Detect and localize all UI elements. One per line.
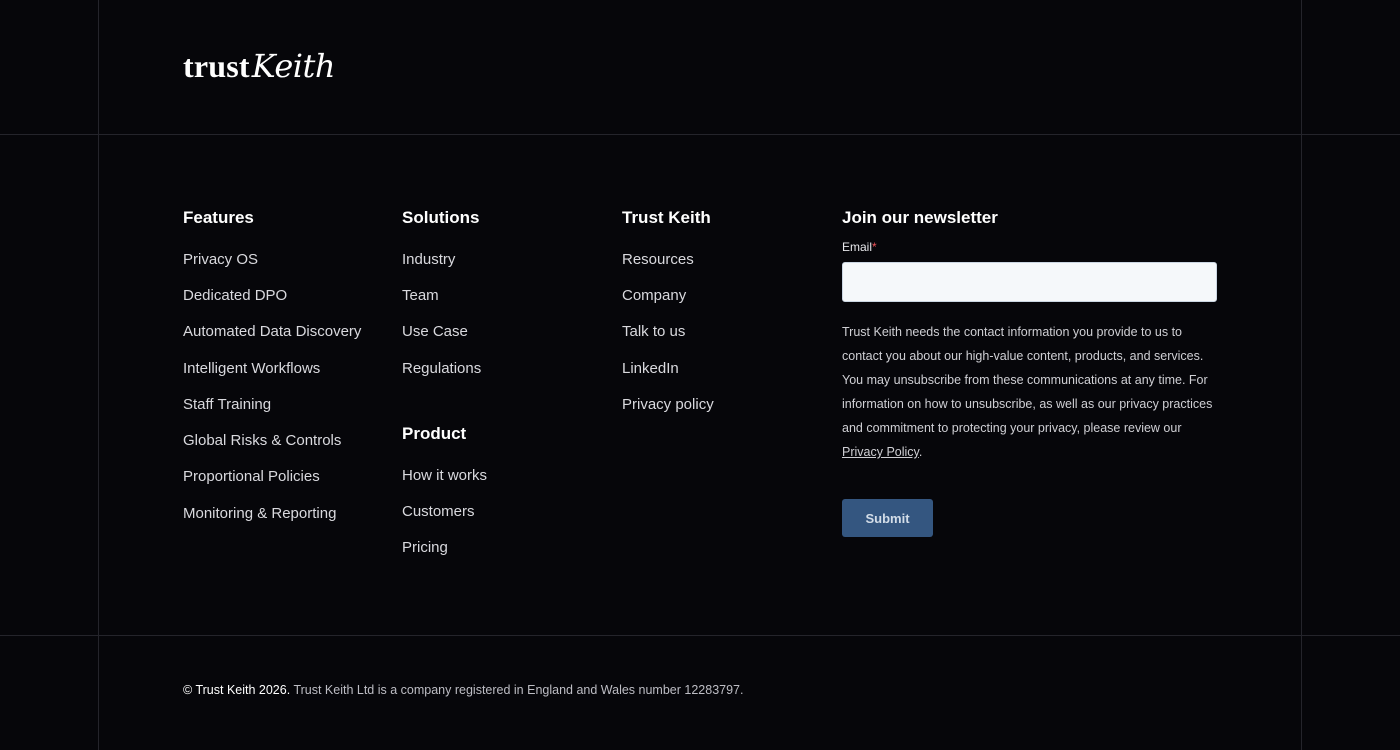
product-column: Product How it works Customers Pricing (402, 423, 487, 566)
required-asterisk: * (872, 240, 877, 254)
grid-line-left (98, 0, 99, 750)
link-privacy-policy[interactable]: Privacy policy (622, 396, 714, 413)
link-global-risks-controls[interactable]: Global Risks & Controls (183, 432, 341, 449)
product-links: How it works Customers Pricing (402, 457, 487, 566)
email-field[interactable] (842, 262, 1217, 302)
link-team[interactable]: Team (402, 287, 439, 304)
link-how-it-works[interactable]: How it works (402, 467, 487, 484)
list-item: Dedicated DPO (183, 277, 361, 313)
list-item: Automated Data Discovery (183, 314, 361, 350)
email-label: Email* (842, 240, 877, 254)
link-customers[interactable]: Customers (402, 503, 475, 520)
solutions-links: Industry Team Use Case Regulations (402, 241, 481, 386)
site-footer: trust Keith Features Privacy OS Dedicate… (0, 0, 1400, 750)
logo-keith-script: Keith (251, 47, 336, 85)
list-item: How it works (402, 457, 487, 493)
list-item: Customers (402, 493, 487, 529)
link-company[interactable]: Company (622, 287, 686, 304)
divider-top (0, 134, 1400, 135)
newsletter-form: Join our newsletter Email* Trust Keith n… (842, 207, 1218, 537)
list-item: Pricing (402, 530, 487, 566)
list-item: Use Case (402, 314, 481, 350)
trust-keith-logo[interactable]: trust Keith (183, 44, 335, 88)
features-column: Features Privacy OS Dedicated DPO Automa… (183, 207, 361, 531)
list-item: Privacy OS (183, 241, 361, 277)
privacy-policy-link[interactable]: Privacy Policy (842, 445, 919, 459)
privacy-notice-end: . (918, 445, 923, 459)
copyright-text: © Trust Keith 2026. (183, 683, 291, 697)
email-label-text: Email (842, 240, 873, 254)
list-item: Monitoring & Reporting (183, 495, 361, 531)
link-dedicated-dpo[interactable]: Dedicated DPO (183, 287, 287, 304)
link-privacy-os[interactable]: Privacy OS (183, 251, 258, 268)
privacy-notice-text: Trust Keith needs the contact informatio… (842, 325, 1213, 435)
list-item: Staff Training (183, 386, 361, 422)
list-item: Company (622, 277, 714, 313)
list-item: Global Risks & Controls (183, 422, 361, 458)
link-automated-data-discovery[interactable]: Automated Data Discovery (183, 323, 361, 340)
link-use-case[interactable]: Use Case (402, 323, 468, 340)
link-monitoring-reporting[interactable]: Monitoring & Reporting (183, 505, 336, 522)
list-item: Privacy policy (622, 386, 714, 422)
list-item: Proportional Policies (183, 459, 361, 495)
trust-keith-column: Trust Keith Resources Company Talk to us… (622, 207, 714, 422)
list-item: Talk to us (622, 314, 714, 350)
features-links: Privacy OS Dedicated DPO Automated Data … (183, 241, 361, 531)
list-item: LinkedIn (622, 350, 714, 386)
divider-bottom (0, 635, 1400, 636)
company-registration-text: Trust Keith Ltd is a company registered … (293, 683, 744, 697)
submit-button[interactable]: Submit (842, 499, 933, 537)
features-heading: Features (183, 208, 254, 227)
link-resources[interactable]: Resources (622, 251, 694, 268)
link-regulations[interactable]: Regulations (402, 360, 481, 377)
list-item: Resources (622, 241, 714, 277)
trust-keith-heading: Trust Keith (622, 208, 711, 227)
list-item: Regulations (402, 350, 481, 386)
link-intelligent-workflows[interactable]: Intelligent Workflows (183, 360, 320, 377)
product-heading: Product (402, 424, 467, 443)
link-staff-training[interactable]: Staff Training (183, 396, 271, 413)
list-item: Intelligent Workflows (183, 350, 361, 386)
newsletter-heading: Join our newsletter (842, 208, 998, 227)
copyright-bar: © Trust Keith 2026. Trust Keith Ltd is a… (183, 683, 743, 697)
link-pricing[interactable]: Pricing (402, 539, 448, 556)
link-linkedin[interactable]: LinkedIn (622, 360, 679, 377)
link-proportional-policies[interactable]: Proportional Policies (183, 468, 320, 485)
link-industry[interactable]: Industry (402, 251, 455, 268)
list-item: Industry (402, 241, 481, 277)
grid-line-right (1301, 0, 1302, 750)
logo-trust-text: trust (183, 48, 250, 84)
solutions-column: Solutions Industry Team Use Case Regulat… (402, 207, 481, 386)
link-talk-to-us[interactable]: Talk to us (622, 323, 685, 340)
solutions-heading: Solutions (402, 208, 480, 227)
list-item: Team (402, 277, 481, 313)
privacy-notice: Trust Keith needs the contact informatio… (842, 320, 1218, 464)
trust-keith-links: Resources Company Talk to us LinkedIn Pr… (622, 241, 714, 422)
